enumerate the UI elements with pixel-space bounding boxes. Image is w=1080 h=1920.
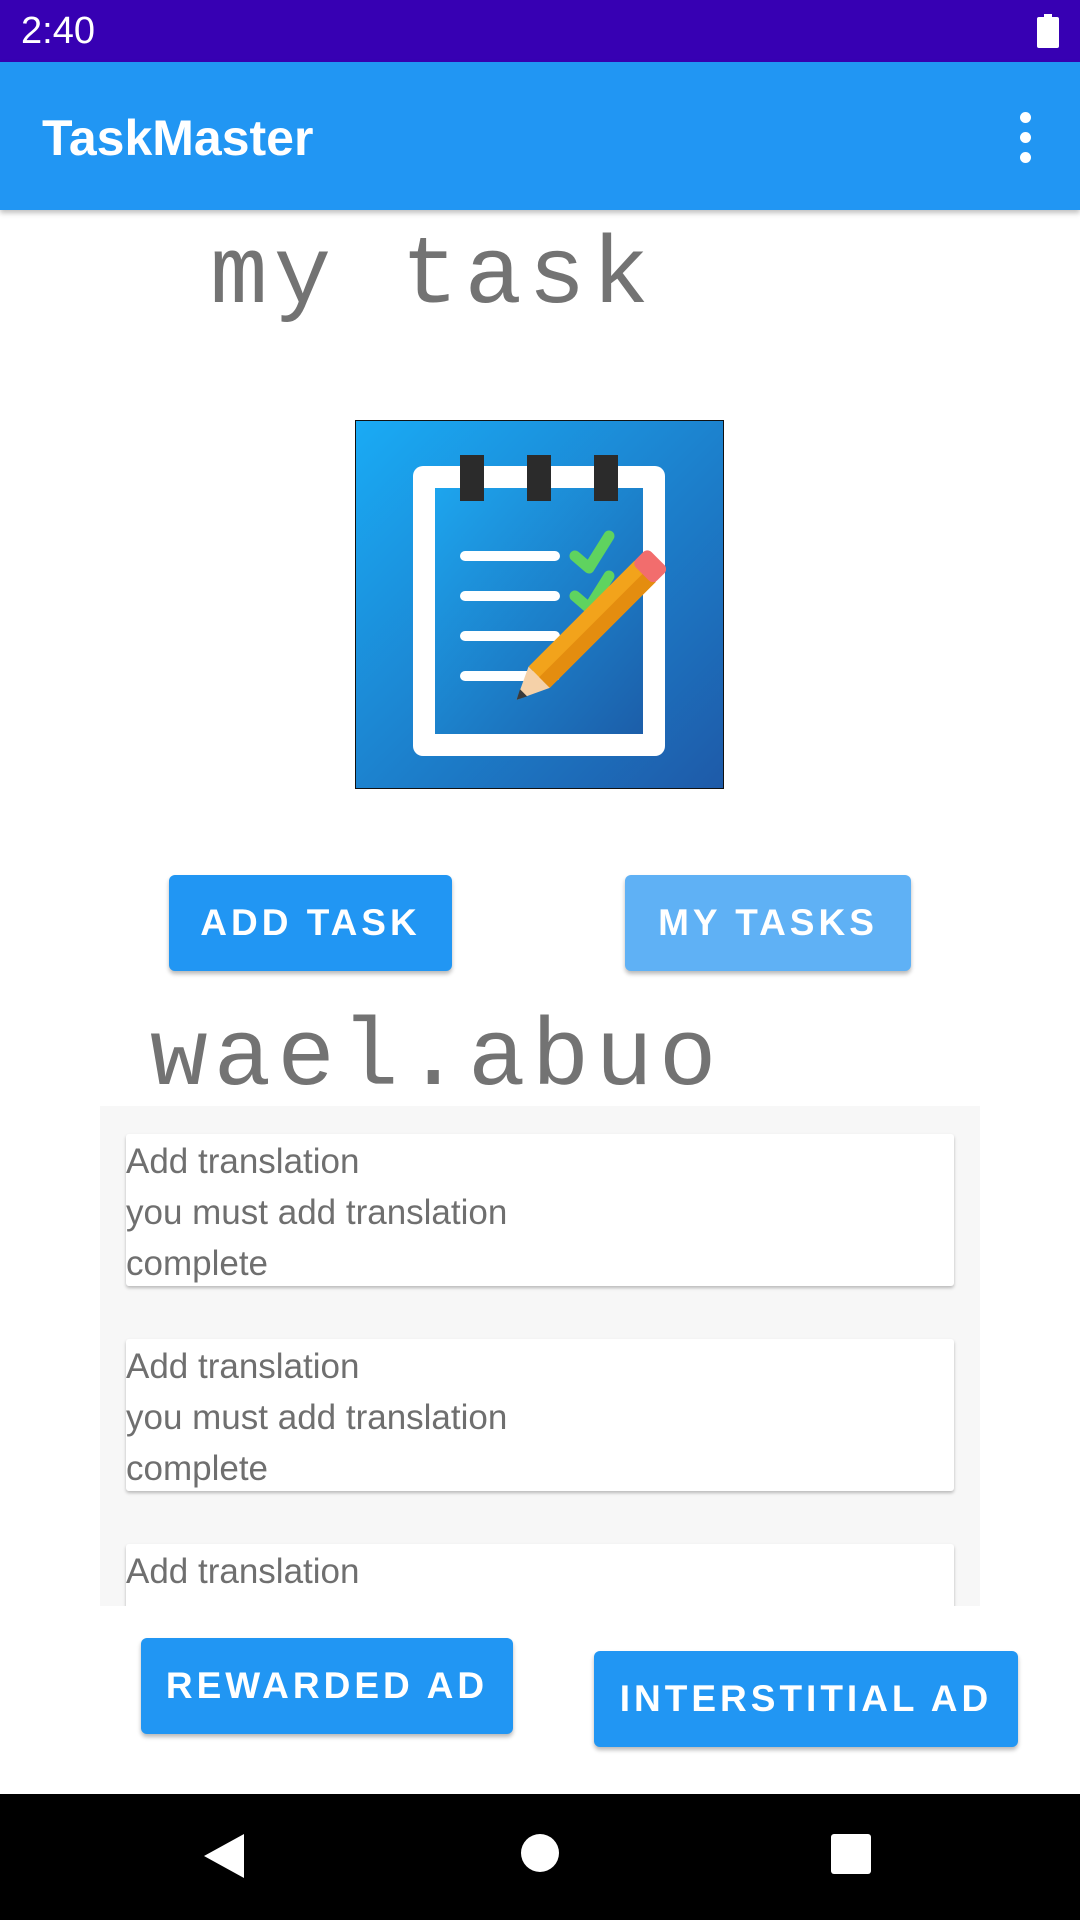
- task-body: you must add translation: [126, 1193, 508, 1232]
- add-task-button[interactable]: ADD TASK: [169, 875, 452, 971]
- app-title: TaskMaster: [42, 110, 314, 166]
- rewarded-ad-button[interactable]: REWARDED AD: [141, 1638, 513, 1734]
- task-state: complete: [126, 1449, 269, 1488]
- task-title: Add translation: [126, 1552, 360, 1591]
- task-body: you must add translation: [126, 1398, 508, 1437]
- overflow-menu-icon[interactable]: [992, 102, 1058, 172]
- username-label: wael.abuo: [150, 1004, 723, 1113]
- page-heading: my task: [210, 222, 656, 331]
- interstitial-ad-button[interactable]: INTERSTITIAL AD: [594, 1651, 1018, 1747]
- task-list[interactable]: Add translation you must add translation…: [100, 1106, 980, 1606]
- status-bar: 2:40: [0, 0, 1080, 62]
- app-bar: TaskMaster: [0, 62, 1080, 210]
- task-title: Add translation: [126, 1142, 360, 1181]
- status-time: 2:40: [21, 10, 95, 52]
- task-state: complete: [126, 1244, 269, 1283]
- my-tasks-button[interactable]: MY TASKS: [625, 875, 911, 971]
- task-card[interactable]: Add translation you must add translation…: [126, 1544, 954, 1606]
- task-card[interactable]: Add translation you must add translation…: [126, 1339, 954, 1491]
- navigation-bar: [0, 1794, 1080, 1920]
- battery-icon: [1037, 14, 1059, 48]
- task-body: you must add translation: [126, 1597, 507, 1606]
- home-icon[interactable]: [521, 1834, 559, 1872]
- recent-apps-icon[interactable]: [831, 1834, 871, 1874]
- task-title: Add translation: [126, 1347, 360, 1386]
- task-notepad-icon: [355, 420, 724, 789]
- back-icon[interactable]: [204, 1834, 246, 1878]
- task-card[interactable]: Add translation you must add translation…: [126, 1134, 954, 1286]
